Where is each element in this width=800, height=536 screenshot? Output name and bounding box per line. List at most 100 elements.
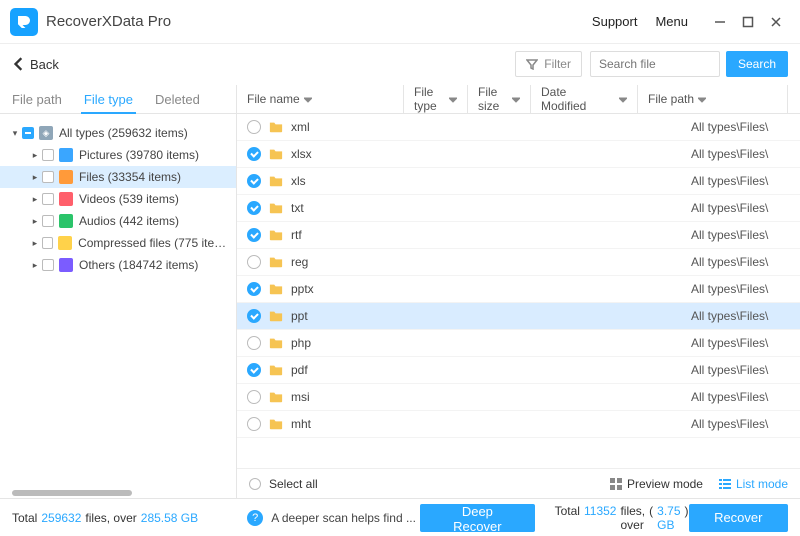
row-checkbox[interactable] bbox=[247, 282, 261, 296]
tree-item[interactable]: ▸ Others (184742 items) bbox=[0, 254, 236, 276]
tree-label: Pictures (39780 items) bbox=[79, 148, 199, 162]
folder-icon bbox=[269, 282, 283, 296]
tab-file-type[interactable]: File type bbox=[84, 92, 133, 113]
file-name: msi bbox=[291, 390, 691, 404]
tree-item[interactable]: ▸ Pictures (39780 items) bbox=[0, 144, 236, 166]
recover-button[interactable]: Recover bbox=[689, 504, 789, 532]
row-checkbox[interactable] bbox=[247, 120, 261, 134]
row-checkbox[interactable] bbox=[247, 336, 261, 350]
list-icon bbox=[719, 478, 731, 490]
tree-item[interactable]: ▸ Files (33354 items) bbox=[0, 166, 236, 188]
file-row[interactable]: txtAll types\Files\ bbox=[237, 195, 800, 222]
row-checkbox[interactable] bbox=[247, 147, 261, 161]
file-path: All types\Files\ bbox=[691, 309, 800, 323]
close-button[interactable] bbox=[762, 8, 790, 36]
expand-icon[interactable]: ▸ bbox=[30, 150, 40, 161]
tab-file-path[interactable]: File path bbox=[12, 92, 62, 113]
file-row[interactable]: pdfAll types\Files\ bbox=[237, 357, 800, 384]
checkbox[interactable] bbox=[22, 127, 34, 139]
search-input[interactable] bbox=[590, 51, 720, 77]
file-row[interactable]: msiAll types\Files\ bbox=[237, 384, 800, 411]
list-mode-button[interactable]: List mode bbox=[719, 477, 788, 491]
checkbox[interactable] bbox=[42, 171, 54, 183]
tree-label: Compressed files (775 items) bbox=[78, 236, 230, 250]
back-button[interactable]: Back bbox=[12, 57, 59, 72]
file-name: txt bbox=[291, 201, 691, 215]
folder-icon bbox=[269, 255, 283, 269]
folder-icon bbox=[269, 147, 283, 161]
column-file-type[interactable]: File type bbox=[403, 85, 468, 113]
status-bar: Total 259632 files, over 285.58 GB ? A d… bbox=[0, 498, 800, 536]
column-headers: File name File type File size Date Modif… bbox=[237, 85, 788, 113]
file-row[interactable]: regAll types\Files\ bbox=[237, 249, 800, 276]
tree-label: All types (259632 items) bbox=[59, 126, 188, 140]
deep-recover-button[interactable]: Deep Recover bbox=[420, 504, 535, 532]
collapse-icon[interactable]: ▾ bbox=[10, 128, 20, 139]
menu-link[interactable]: Menu bbox=[655, 14, 688, 29]
column-file-name[interactable]: File name bbox=[236, 85, 404, 113]
tree-label: Others (184742 items) bbox=[79, 258, 198, 272]
row-checkbox[interactable] bbox=[247, 201, 261, 215]
row-checkbox[interactable] bbox=[247, 363, 261, 377]
column-date-modified[interactable]: Date Modified bbox=[530, 85, 638, 113]
tree-item[interactable]: ▸ Compressed files (775 items) bbox=[0, 232, 236, 254]
maximize-button[interactable] bbox=[734, 8, 762, 36]
file-row[interactable]: xmlAll types\Files\ bbox=[237, 114, 800, 141]
tree-item[interactable]: ▸Audios (442 items) bbox=[0, 210, 236, 232]
file-path: All types\Files\ bbox=[691, 174, 800, 188]
row-checkbox[interactable] bbox=[247, 174, 261, 188]
checkbox[interactable] bbox=[42, 237, 54, 249]
info-icon: ? bbox=[247, 510, 263, 526]
all-types-icon: ◈ bbox=[39, 126, 53, 140]
expand-icon[interactable]: ▸ bbox=[30, 194, 40, 205]
tab-deleted[interactable]: Deleted bbox=[155, 92, 200, 113]
row-checkbox[interactable] bbox=[247, 309, 261, 323]
horizontal-scrollbar[interactable] bbox=[12, 490, 132, 496]
search-button[interactable]: Search bbox=[726, 51, 788, 77]
category-icon bbox=[59, 192, 73, 206]
preview-mode-button[interactable]: Preview mode bbox=[610, 477, 703, 491]
grid-icon bbox=[610, 478, 622, 490]
tree-root[interactable]: ▾ ◈ All types (259632 items) bbox=[0, 122, 236, 144]
file-path: All types\Files\ bbox=[691, 390, 800, 404]
minimize-button[interactable] bbox=[706, 8, 734, 36]
file-row[interactable]: phpAll types\Files\ bbox=[237, 330, 800, 357]
expand-icon[interactable]: ▸ bbox=[30, 216, 40, 227]
file-name: xls bbox=[291, 174, 691, 188]
expand-icon[interactable]: ▸ bbox=[30, 172, 40, 183]
folder-icon bbox=[269, 336, 283, 350]
category-icon bbox=[59, 214, 73, 228]
file-path: All types\Files\ bbox=[691, 417, 800, 431]
back-label: Back bbox=[30, 57, 59, 72]
folder-icon bbox=[269, 120, 283, 134]
file-row[interactable]: xlsAll types\Files\ bbox=[237, 168, 800, 195]
expand-icon[interactable]: ▸ bbox=[30, 238, 40, 249]
file-row[interactable]: mhtAll types\Files\ bbox=[237, 411, 800, 438]
tree-label: Files (33354 items) bbox=[79, 170, 181, 184]
total-size: 285.58 GB bbox=[141, 511, 198, 525]
file-name: pdf bbox=[291, 363, 691, 377]
column-file-path[interactable]: File path bbox=[637, 85, 788, 113]
column-file-size[interactable]: File size bbox=[467, 85, 531, 113]
select-all-label[interactable]: Select all bbox=[269, 477, 318, 491]
file-row[interactable]: pptAll types\Files\ bbox=[237, 303, 800, 330]
checkbox[interactable] bbox=[42, 149, 54, 161]
support-link[interactable]: Support bbox=[592, 14, 638, 29]
tree-item[interactable]: ▸Videos (539 items) bbox=[0, 188, 236, 210]
file-row[interactable]: pptxAll types\Files\ bbox=[237, 276, 800, 303]
expand-icon[interactable]: ▸ bbox=[30, 260, 40, 271]
filter-button[interactable]: Filter bbox=[515, 51, 582, 77]
row-checkbox[interactable] bbox=[247, 390, 261, 404]
file-path: All types\Files\ bbox=[691, 363, 800, 377]
scan-tip: A deeper scan helps find ... bbox=[271, 511, 420, 525]
file-name: reg bbox=[291, 255, 691, 269]
row-checkbox[interactable] bbox=[247, 417, 261, 431]
checkbox[interactable] bbox=[42, 215, 54, 227]
select-all-checkbox[interactable] bbox=[249, 478, 261, 490]
file-row[interactable]: xlsxAll types\Files\ bbox=[237, 141, 800, 168]
checkbox[interactable] bbox=[42, 259, 54, 271]
row-checkbox[interactable] bbox=[247, 228, 261, 242]
file-row[interactable]: rtfAll types\Files\ bbox=[237, 222, 800, 249]
checkbox[interactable] bbox=[42, 193, 54, 205]
row-checkbox[interactable] bbox=[247, 255, 261, 269]
